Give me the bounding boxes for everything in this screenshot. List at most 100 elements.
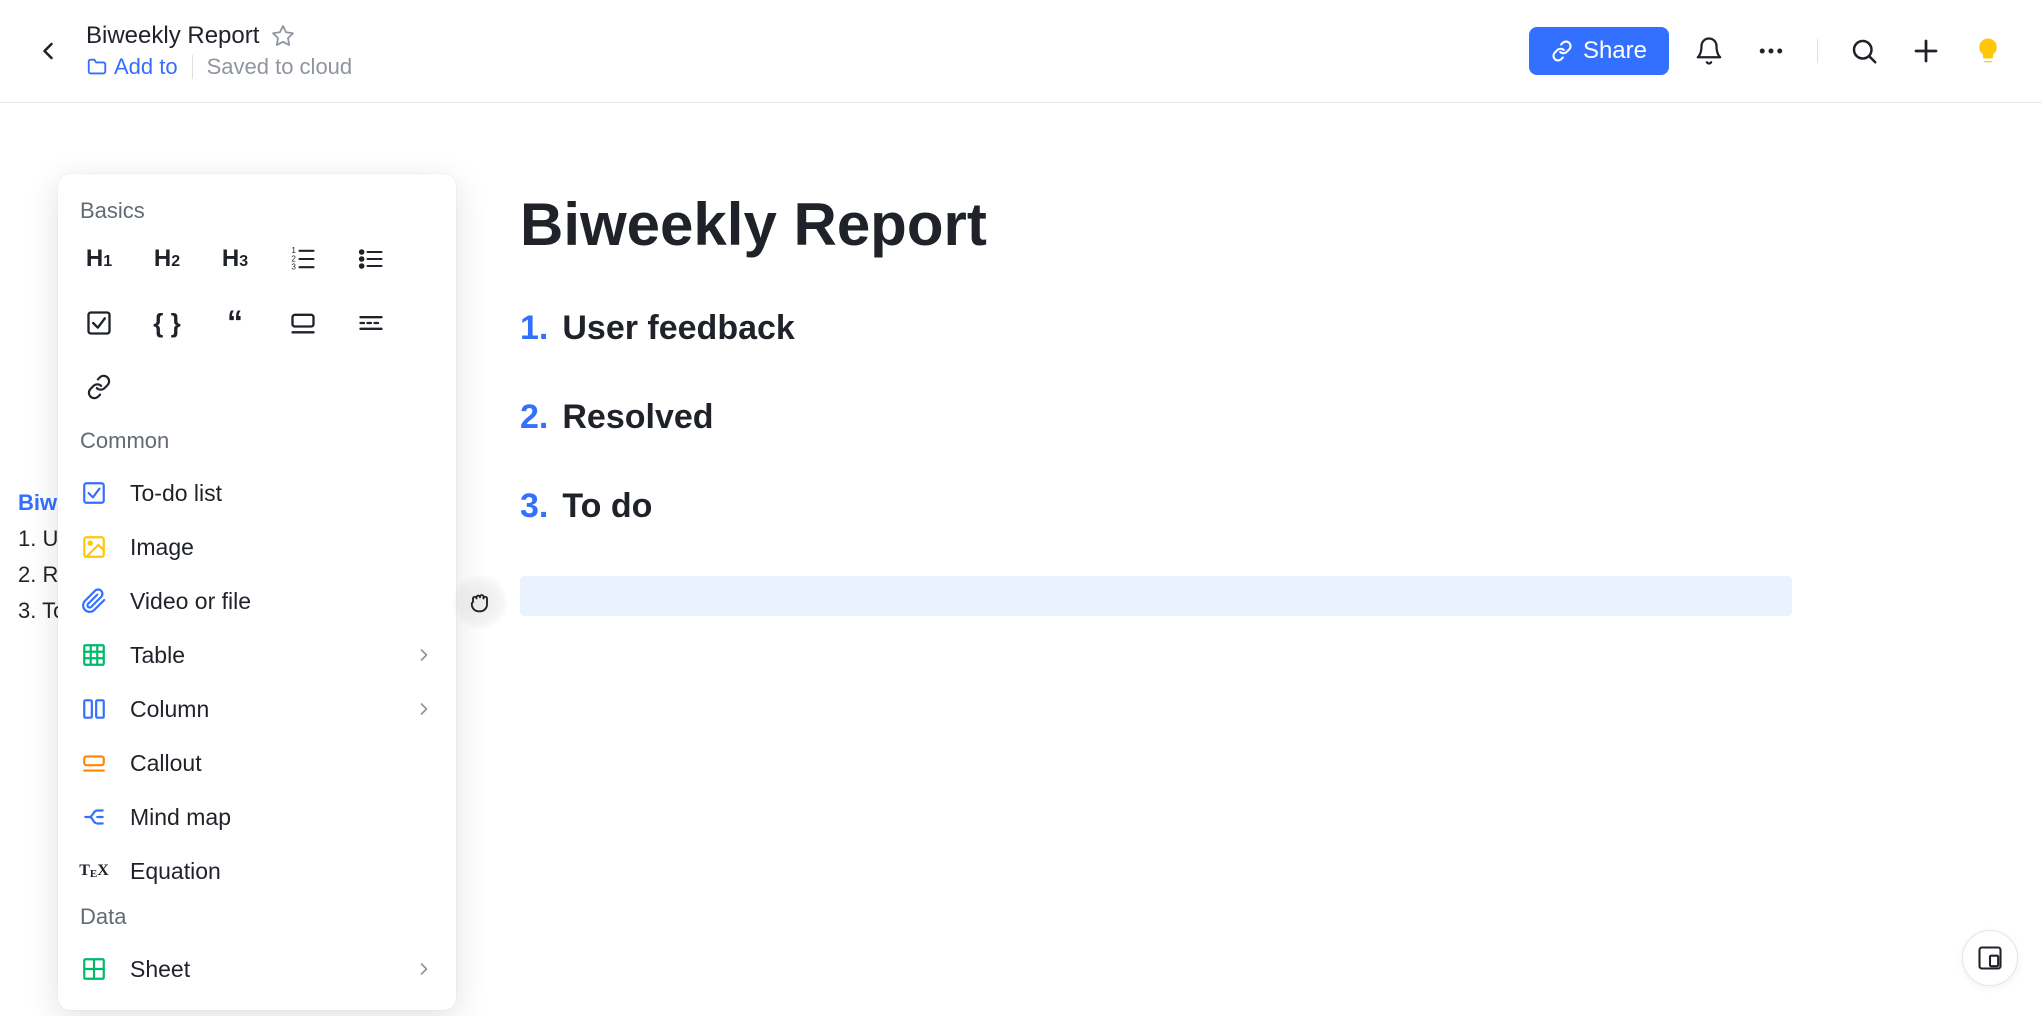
item-label: Table bbox=[130, 642, 185, 669]
insert-image[interactable]: Image bbox=[58, 520, 456, 574]
list-number: 2. bbox=[520, 398, 548, 437]
plus-icon bbox=[1911, 36, 1941, 66]
lightbulb-icon bbox=[1973, 36, 2003, 66]
chevron-left-icon bbox=[34, 37, 62, 65]
insert-mindmap[interactable]: Mind map bbox=[58, 790, 456, 844]
code-block-icon: { } bbox=[153, 308, 180, 339]
bullet-list-icon bbox=[357, 245, 385, 273]
header-right: Share bbox=[1529, 27, 2010, 75]
add-to-label: Add to bbox=[114, 54, 178, 80]
quote-icon: “ bbox=[227, 318, 243, 328]
h1-button[interactable]: H1 bbox=[78, 238, 120, 280]
bell-icon bbox=[1694, 36, 1724, 66]
h3-icon: H3 bbox=[222, 245, 248, 273]
notifications-button[interactable] bbox=[1687, 29, 1731, 73]
numbered-heading[interactable]: 3. To do bbox=[520, 487, 1780, 526]
checkbox-icon bbox=[81, 480, 107, 506]
h2-icon: H2 bbox=[154, 245, 180, 273]
svg-text:3: 3 bbox=[291, 263, 296, 272]
list-text: To do bbox=[562, 487, 652, 526]
table-icon bbox=[81, 642, 107, 668]
add-button[interactable] bbox=[1904, 29, 1948, 73]
more-button[interactable] bbox=[1749, 29, 1793, 73]
insert-equation[interactable]: TEX Equation bbox=[58, 844, 456, 898]
add-to-button[interactable]: Add to bbox=[86, 54, 178, 80]
list-text: Resolved bbox=[562, 398, 713, 437]
back-button[interactable] bbox=[28, 31, 68, 71]
insert-block-popup: Basics H1 H2 H3 123 { } “ Common To-do l… bbox=[58, 174, 456, 1010]
mindmap-icon bbox=[81, 804, 107, 830]
h3-button[interactable]: H3 bbox=[214, 238, 256, 280]
outline-panel-icon bbox=[1976, 944, 2004, 972]
bullet-list-button[interactable] bbox=[350, 238, 392, 280]
item-label: Mind map bbox=[130, 804, 231, 831]
outline-toggle-button[interactable] bbox=[1962, 930, 2018, 986]
item-label: Bitable bbox=[130, 1010, 200, 1011]
star-icon bbox=[271, 24, 295, 48]
common-list: To-do list Image Video or file Table Col… bbox=[58, 466, 456, 898]
divider bbox=[192, 55, 193, 79]
insert-callout[interactable]: Callout bbox=[58, 736, 456, 790]
item-label: Equation bbox=[130, 858, 221, 885]
item-label: Image bbox=[130, 534, 194, 561]
divider-icon bbox=[357, 309, 385, 337]
star-button[interactable] bbox=[271, 24, 295, 48]
basics-section-label: Basics bbox=[58, 192, 456, 236]
list-number: 1. bbox=[520, 309, 548, 348]
h2-button[interactable]: H2 bbox=[146, 238, 188, 280]
active-block-highlight[interactable] bbox=[520, 576, 1792, 616]
columns-icon bbox=[81, 696, 107, 722]
basics-grid: H1 H2 H3 123 { } “ bbox=[58, 236, 456, 422]
header-left: Biweekly Report Add to Saved to cloud bbox=[28, 22, 352, 80]
header: Biweekly Report Add to Saved to cloud Sh… bbox=[0, 0, 2042, 103]
data-section-label: Data bbox=[58, 898, 456, 942]
item-label: Column bbox=[130, 696, 209, 723]
item-label: To-do list bbox=[130, 480, 222, 507]
item-label: Callout bbox=[130, 750, 202, 777]
share-label: Share bbox=[1583, 37, 1647, 65]
insert-column[interactable]: Column bbox=[58, 682, 456, 736]
divider-button[interactable] bbox=[350, 302, 392, 344]
equation-icon: TEX bbox=[79, 862, 109, 880]
insert-sheet[interactable]: Sheet bbox=[58, 942, 456, 996]
save-status: Saved to cloud bbox=[207, 54, 353, 80]
numbered-heading[interactable]: 2. Resolved bbox=[520, 398, 1780, 437]
title-block: Biweekly Report Add to Saved to cloud bbox=[86, 22, 352, 80]
idea-button[interactable] bbox=[1966, 29, 2010, 73]
chevron-right-icon bbox=[414, 699, 434, 719]
link-button[interactable] bbox=[78, 366, 120, 408]
search-button[interactable] bbox=[1842, 29, 1886, 73]
h1-icon: H1 bbox=[86, 245, 112, 273]
ordered-list-button[interactable]: 123 bbox=[282, 238, 324, 280]
grab-cursor-indicator bbox=[452, 574, 508, 630]
search-icon bbox=[1849, 36, 1879, 66]
page-title[interactable]: Biweekly Report bbox=[520, 190, 1780, 259]
insert-bitable[interactable]: Bitable bbox=[58, 996, 456, 1010]
doc-title[interactable]: Biweekly Report bbox=[86, 22, 259, 50]
item-label: Sheet bbox=[130, 956, 190, 983]
code-block-button[interactable]: { } bbox=[146, 302, 188, 344]
grab-hand-icon bbox=[466, 588, 494, 616]
link-icon bbox=[86, 374, 112, 400]
data-list: Sheet Bitable bbox=[58, 942, 456, 1010]
list-text: User feedback bbox=[562, 309, 794, 348]
layout-card-icon bbox=[289, 309, 317, 337]
insert-video-file[interactable]: Video or file bbox=[58, 574, 456, 628]
item-label: Video or file bbox=[130, 588, 251, 615]
checkbox-icon bbox=[85, 309, 113, 337]
card-button[interactable] bbox=[282, 302, 324, 344]
document-body[interactable]: Biweekly Report 1. User feedback 2. Reso… bbox=[520, 190, 1780, 616]
folder-icon bbox=[86, 56, 108, 78]
callout-icon bbox=[81, 750, 107, 776]
insert-table[interactable]: Table bbox=[58, 628, 456, 682]
chevron-right-icon bbox=[414, 959, 434, 979]
numbered-heading[interactable]: 1. User feedback bbox=[520, 309, 1780, 348]
divider bbox=[1817, 39, 1818, 63]
attachment-icon bbox=[81, 588, 107, 614]
common-section-label: Common bbox=[58, 422, 456, 466]
checkbox-button[interactable] bbox=[78, 302, 120, 344]
share-button[interactable]: Share bbox=[1529, 27, 1669, 75]
insert-todo-list[interactable]: To-do list bbox=[58, 466, 456, 520]
quote-button[interactable]: “ bbox=[214, 302, 256, 344]
list-number: 3. bbox=[520, 487, 548, 526]
